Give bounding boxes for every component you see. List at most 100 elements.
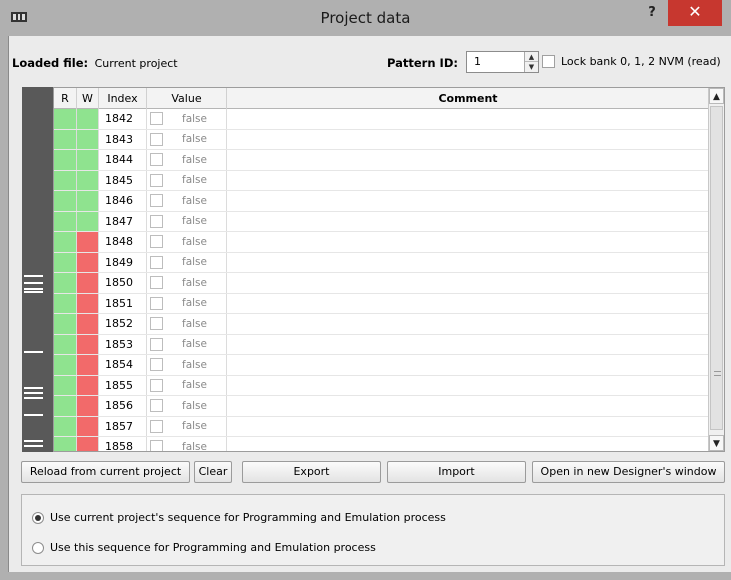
write-status-cell[interactable] [77, 273, 99, 293]
value-cell[interactable]: false [147, 129, 227, 149]
radio-button[interactable] [32, 511, 44, 524]
value-checkbox[interactable] [150, 173, 163, 187]
comment-cell[interactable] [227, 437, 710, 451]
value-cell[interactable]: false [147, 232, 227, 252]
comment-cell[interactable] [227, 252, 710, 272]
write-status-cell[interactable] [77, 129, 99, 149]
write-status-cell[interactable] [77, 211, 99, 231]
read-status-cell[interactable] [54, 129, 77, 149]
value-cell[interactable]: false [147, 355, 227, 375]
write-status-cell[interactable] [77, 170, 99, 190]
close-button[interactable]: ✕ [668, 0, 722, 26]
write-status-cell[interactable] [77, 252, 99, 272]
radio-option-this-sequence[interactable]: Use this sequence for Programming and Em… [32, 541, 376, 554]
comment-cell[interactable] [227, 150, 710, 170]
comment-cell[interactable] [227, 129, 710, 149]
read-status-cell[interactable] [54, 252, 77, 272]
read-status-cell[interactable] [54, 232, 77, 252]
write-status-cell[interactable] [77, 232, 99, 252]
comment-cell[interactable] [227, 109, 710, 129]
read-status-cell[interactable] [54, 170, 77, 190]
read-status-cell[interactable] [54, 314, 77, 334]
comment-cell[interactable] [227, 416, 710, 436]
write-status-cell[interactable] [77, 293, 99, 313]
write-status-cell[interactable] [77, 437, 99, 451]
value-checkbox[interactable] [150, 358, 163, 372]
comment-cell[interactable] [227, 170, 710, 190]
help-button[interactable]: ? [641, 4, 663, 26]
column-header-r[interactable]: R [54, 88, 77, 109]
value-checkbox[interactable] [150, 276, 163, 290]
scroll-thumb[interactable] [710, 106, 723, 430]
value-checkbox[interactable] [150, 440, 163, 451]
read-status-cell[interactable] [54, 437, 77, 451]
read-status-cell[interactable] [54, 150, 77, 170]
read-status-cell[interactable] [54, 375, 77, 395]
table-row[interactable]: 1858 false [54, 437, 710, 451]
scroll-up-icon[interactable]: ▲ [709, 88, 724, 104]
table-row[interactable]: 1850 false [54, 273, 710, 294]
table-row[interactable]: 1852 false [54, 314, 710, 335]
read-status-cell[interactable] [54, 109, 77, 129]
table-row[interactable]: 1849 false [54, 252, 710, 273]
table-row[interactable]: 1846 false [54, 191, 710, 212]
write-status-cell[interactable] [77, 314, 99, 334]
value-cell[interactable]: false [147, 396, 227, 416]
column-header-w[interactable]: W [77, 88, 99, 109]
comment-cell[interactable] [227, 293, 710, 313]
write-status-cell[interactable] [77, 355, 99, 375]
value-checkbox[interactable] [150, 235, 163, 249]
value-checkbox[interactable] [150, 112, 163, 126]
table-row[interactable]: 1845 false [54, 170, 710, 191]
value-cell[interactable]: false [147, 416, 227, 436]
read-status-cell[interactable] [54, 273, 77, 293]
value-cell[interactable]: false [147, 334, 227, 354]
value-checkbox[interactable] [150, 194, 163, 208]
write-status-cell[interactable] [77, 375, 99, 395]
value-checkbox[interactable] [150, 296, 163, 310]
comment-cell[interactable] [227, 191, 710, 211]
table-row[interactable]: 1855 false [54, 375, 710, 396]
table-row[interactable]: 1848 false [54, 232, 710, 253]
read-status-cell[interactable] [54, 191, 77, 211]
value-checkbox[interactable] [150, 337, 163, 351]
read-status-cell[interactable] [54, 334, 77, 354]
import-button[interactable]: Import [387, 461, 526, 483]
value-checkbox[interactable] [150, 419, 163, 433]
export-button[interactable]: Export [242, 461, 381, 483]
read-status-cell[interactable] [54, 355, 77, 375]
open-new-window-button[interactable]: Open in new Designer's window [532, 461, 725, 483]
value-checkbox[interactable] [150, 153, 163, 167]
memory-overview-strip[interactable] [22, 87, 53, 452]
value-cell[interactable]: false [147, 375, 227, 395]
value-checkbox[interactable] [150, 255, 163, 269]
comment-cell[interactable] [227, 314, 710, 334]
write-status-cell[interactable] [77, 150, 99, 170]
value-checkbox[interactable] [150, 214, 163, 228]
table-row[interactable]: 1857 false [54, 416, 710, 437]
spin-up-icon[interactable]: ▲ [525, 52, 538, 62]
value-cell[interactable]: false [147, 314, 227, 334]
value-checkbox[interactable] [150, 132, 163, 146]
value-checkbox[interactable] [150, 399, 163, 413]
value-cell[interactable]: false [147, 191, 227, 211]
table-row[interactable]: 1842 false [54, 109, 710, 130]
value-cell[interactable]: false [147, 273, 227, 293]
lock-bank-checkbox[interactable] [542, 55, 555, 68]
table-row[interactable]: 1847 false [54, 211, 710, 232]
read-status-cell[interactable] [54, 396, 77, 416]
clear-button[interactable]: Clear [194, 461, 232, 483]
value-cell[interactable]: false [147, 150, 227, 170]
value-cell[interactable]: false [147, 170, 227, 190]
vertical-scrollbar[interactable]: ▲ ▼ [708, 88, 724, 451]
table-row[interactable]: 1843 false [54, 129, 710, 150]
comment-cell[interactable] [227, 273, 710, 293]
value-cell[interactable]: false [147, 437, 227, 451]
read-status-cell[interactable] [54, 211, 77, 231]
write-status-cell[interactable] [77, 109, 99, 129]
radio-button[interactable] [32, 541, 44, 554]
value-cell[interactable]: false [147, 293, 227, 313]
scroll-down-icon[interactable]: ▼ [709, 435, 724, 451]
table-row[interactable]: 1854 false [54, 355, 710, 376]
column-header-comment[interactable]: Comment [227, 88, 710, 109]
